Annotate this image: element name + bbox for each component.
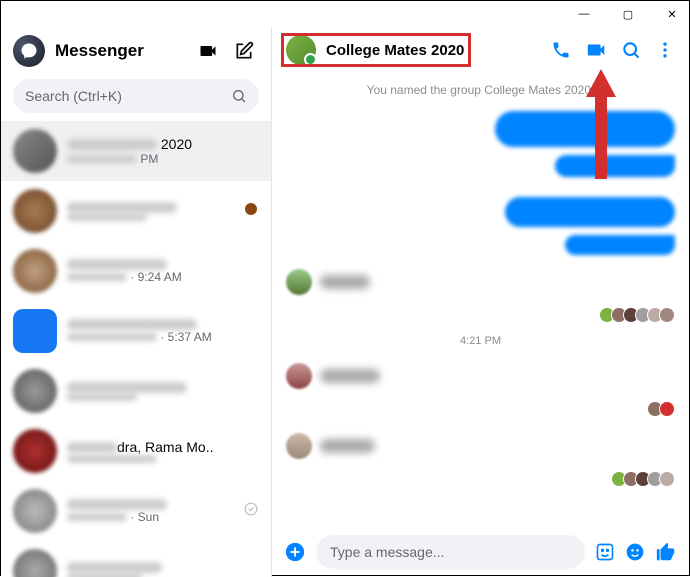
messenger-logo-icon (13, 35, 45, 67)
conv-title-text: 2020 (161, 136, 192, 152)
conversation-item[interactable] (1, 541, 271, 577)
avatar (13, 249, 57, 293)
emoji-button[interactable] (625, 542, 645, 562)
conv-title-text: dra, Rama Mo.. (117, 439, 213, 455)
chat-avatar[interactable] (286, 35, 316, 65)
avatar (13, 129, 57, 173)
system-message: You named the group College Mates 2020. (286, 83, 675, 97)
window-minimize-button[interactable]: — (571, 4, 597, 24)
avatar (13, 429, 57, 473)
sender-avatar (286, 433, 312, 459)
message-input-placeholder: Type a message... (330, 544, 444, 560)
outgoing-message[interactable] (565, 235, 675, 255)
conversation-item[interactable]: · 9:24 AM (1, 241, 271, 301)
search-conversation-button[interactable] (621, 40, 641, 60)
outgoing-message[interactable] (505, 197, 675, 227)
search-input[interactable]: Search (Ctrl+K) (13, 79, 259, 113)
message-timestamp: 4:21 PM (286, 335, 675, 347)
conv-time: Sun (138, 510, 159, 524)
window-close-button[interactable]: ✕ (659, 4, 685, 24)
incoming-message[interactable] (320, 369, 380, 383)
incoming-message[interactable] (320, 439, 375, 453)
add-attachment-button[interactable] (284, 541, 306, 563)
like-button[interactable] (655, 541, 677, 563)
message-composer: Type a message... (272, 527, 689, 577)
search-placeholder: Search (Ctrl+K) (25, 88, 231, 104)
conversation-item[interactable]: 2020 PM (1, 121, 271, 181)
seen-indicators (286, 401, 675, 417)
voice-call-button[interactable] (551, 40, 571, 60)
delivered-icon (243, 502, 259, 521)
search-icon (231, 88, 247, 104)
incoming-message[interactable] (320, 275, 370, 289)
avatar (13, 369, 57, 413)
chat-panel: College Mates 2020 You named the group C… (271, 27, 689, 577)
outgoing-message[interactable] (555, 155, 675, 177)
conversation-item[interactable]: dra, Rama Mo.. (1, 421, 271, 481)
avatar (13, 189, 57, 233)
new-message-button[interactable] (229, 36, 259, 66)
sender-avatar (286, 269, 312, 295)
conversation-item[interactable] (1, 181, 271, 241)
conv-time: PM (140, 152, 158, 166)
conv-time: 9:24 AM (138, 270, 182, 284)
avatar (13, 489, 57, 533)
sidebar: Messenger Search (Ctrl+K) 2020 PM (1, 27, 271, 577)
conversation-item[interactable]: · Sun (1, 481, 271, 541)
conversation-item[interactable] (1, 361, 271, 421)
seen-indicators (286, 307, 675, 323)
message-input[interactable]: Type a message... (316, 535, 585, 569)
status-icon (243, 202, 259, 220)
conv-time: 5:37 AM (168, 330, 212, 344)
sticker-button[interactable] (595, 542, 615, 562)
conversation-list: 2020 PM · 9:24 AM (1, 121, 271, 577)
app-title: Messenger (55, 41, 183, 61)
window-maximize-button[interactable]: ▢ (615, 4, 641, 24)
conversation-item[interactable]: · 5:37 AM (1, 301, 271, 361)
more-options-button[interactable] (655, 40, 675, 60)
avatar (13, 309, 57, 353)
window-titlebar: — ▢ ✕ (1, 1, 689, 27)
seen-indicators (286, 471, 675, 487)
chat-title[interactable]: College Mates 2020 (326, 42, 541, 59)
chat-header: College Mates 2020 (272, 27, 689, 73)
sender-avatar (286, 363, 312, 389)
chat-messages[interactable]: You named the group College Mates 2020. … (272, 73, 689, 527)
new-video-room-button[interactable] (193, 36, 223, 66)
avatar (13, 549, 57, 577)
outgoing-message[interactable] (495, 111, 675, 147)
video-call-button[interactable] (585, 39, 607, 61)
